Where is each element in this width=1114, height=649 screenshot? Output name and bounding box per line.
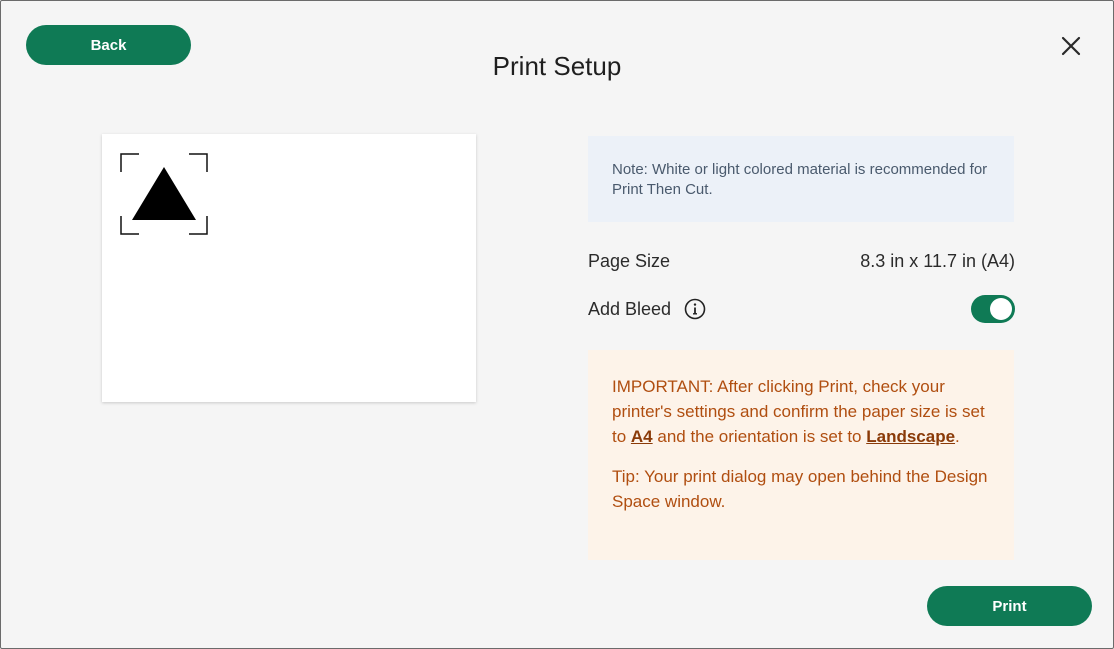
- dialog-title: Print Setup: [492, 51, 622, 81]
- important-box: IMPORTANT: After clicking Print, check y…: [588, 350, 1014, 560]
- close-icon[interactable]: [1057, 32, 1085, 60]
- orientation-highlight: Landscape: [866, 427, 956, 446]
- add-bleed-toggle[interactable]: [971, 295, 1015, 323]
- paper-size-highlight: A4: [630, 427, 653, 446]
- note-text: Note: White or light colored material is…: [612, 161, 988, 198]
- page-size-label: Page Size: [588, 251, 671, 271]
- print-setup-dialog: Back Print Setup Note: White or light co…: [0, 0, 1114, 649]
- page-size-value: 8.3 in x 11.7 in (A4): [860, 251, 1015, 271]
- print-button[interactable]: Print: [927, 586, 1092, 626]
- important-text: IMPORTANT: After clicking Print, check y…: [612, 377, 985, 446]
- triangle-design: [132, 167, 196, 220]
- tip-text: Tip: Your print dialog may open behind t…: [612, 467, 988, 511]
- toggle-knob: [990, 298, 1012, 320]
- note-box: Note: White or light colored material is…: [588, 136, 1014, 222]
- info-icon[interactable]: [684, 298, 706, 320]
- add-bleed-label: Add Bleed: [588, 299, 672, 319]
- print-preview: [102, 134, 476, 402]
